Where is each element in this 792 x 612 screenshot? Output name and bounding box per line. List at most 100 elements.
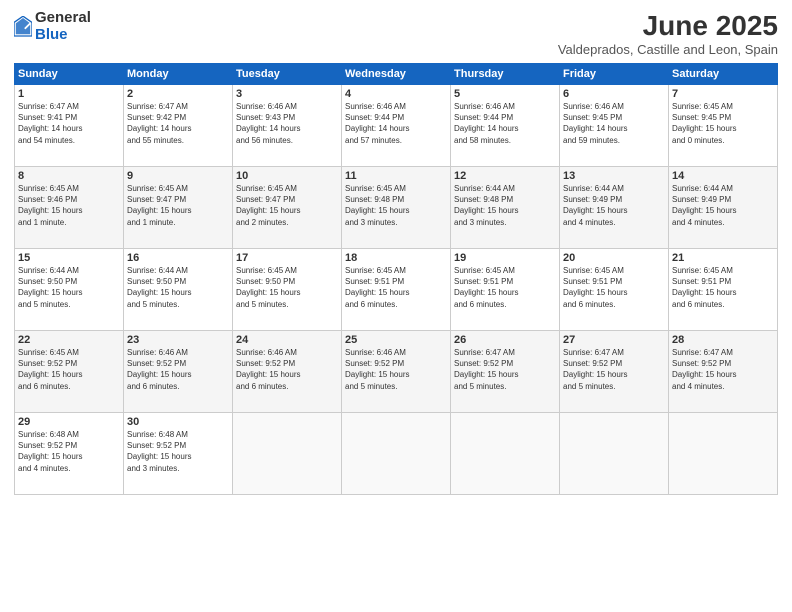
month-title: June 2025 bbox=[558, 10, 778, 42]
header-row: Sunday Monday Tuesday Wednesday Thursday… bbox=[15, 64, 778, 85]
day-number: 5 bbox=[454, 88, 556, 100]
day-number: 9 bbox=[127, 170, 229, 182]
table-row: 29Sunrise: 6:48 AMSunset: 9:52 PMDayligh… bbox=[15, 413, 778, 495]
day-number: 30 bbox=[127, 416, 229, 428]
day-number: 20 bbox=[563, 252, 665, 264]
day-number: 22 bbox=[18, 334, 120, 346]
day-info: Sunrise: 6:46 AMSunset: 9:43 PMDaylight:… bbox=[236, 101, 338, 146]
day-info: Sunrise: 6:47 AMSunset: 9:41 PMDaylight:… bbox=[18, 101, 120, 146]
day-info: Sunrise: 6:46 AMSunset: 9:52 PMDaylight:… bbox=[236, 347, 338, 392]
calendar-cell: 19Sunrise: 6:45 AMSunset: 9:51 PMDayligh… bbox=[451, 249, 560, 331]
day-number: 11 bbox=[345, 170, 447, 182]
day-info: Sunrise: 6:44 AMSunset: 9:50 PMDaylight:… bbox=[18, 265, 120, 310]
calendar-cell: 9Sunrise: 6:45 AMSunset: 9:47 PMDaylight… bbox=[124, 167, 233, 249]
calendar-cell: 4Sunrise: 6:46 AMSunset: 9:44 PMDaylight… bbox=[342, 85, 451, 167]
day-number: 15 bbox=[18, 252, 120, 264]
day-number: 25 bbox=[345, 334, 447, 346]
day-info: Sunrise: 6:45 AMSunset: 9:48 PMDaylight:… bbox=[345, 183, 447, 228]
day-info: Sunrise: 6:46 AMSunset: 9:45 PMDaylight:… bbox=[563, 101, 665, 146]
day-number: 2 bbox=[127, 88, 229, 100]
day-info: Sunrise: 6:46 AMSunset: 9:52 PMDaylight:… bbox=[127, 347, 229, 392]
day-number: 18 bbox=[345, 252, 447, 264]
calendar-cell bbox=[233, 413, 342, 495]
calendar-cell: 1Sunrise: 6:47 AMSunset: 9:41 PMDaylight… bbox=[15, 85, 124, 167]
day-info: Sunrise: 6:45 AMSunset: 9:47 PMDaylight:… bbox=[236, 183, 338, 228]
day-info: Sunrise: 6:48 AMSunset: 9:52 PMDaylight:… bbox=[18, 429, 120, 474]
day-number: 8 bbox=[18, 170, 120, 182]
day-number: 14 bbox=[672, 170, 774, 182]
day-number: 21 bbox=[672, 252, 774, 264]
day-info: Sunrise: 6:45 AMSunset: 9:50 PMDaylight:… bbox=[236, 265, 338, 310]
calendar-table: Sunday Monday Tuesday Wednesday Thursday… bbox=[14, 63, 778, 495]
day-info: Sunrise: 6:45 AMSunset: 9:51 PMDaylight:… bbox=[563, 265, 665, 310]
day-number: 10 bbox=[236, 170, 338, 182]
logo-icon bbox=[14, 16, 32, 38]
calendar-cell: 16Sunrise: 6:44 AMSunset: 9:50 PMDayligh… bbox=[124, 249, 233, 331]
calendar-cell: 29Sunrise: 6:48 AMSunset: 9:52 PMDayligh… bbox=[15, 413, 124, 495]
table-row: 15Sunrise: 6:44 AMSunset: 9:50 PMDayligh… bbox=[15, 249, 778, 331]
calendar-cell: 3Sunrise: 6:46 AMSunset: 9:43 PMDaylight… bbox=[233, 85, 342, 167]
table-row: 1Sunrise: 6:47 AMSunset: 9:41 PMDaylight… bbox=[15, 85, 778, 167]
day-number: 13 bbox=[563, 170, 665, 182]
day-info: Sunrise: 6:47 AMSunset: 9:52 PMDaylight:… bbox=[672, 347, 774, 392]
calendar-cell: 21Sunrise: 6:45 AMSunset: 9:51 PMDayligh… bbox=[669, 249, 778, 331]
day-info: Sunrise: 6:45 AMSunset: 9:51 PMDaylight:… bbox=[672, 265, 774, 310]
day-number: 24 bbox=[236, 334, 338, 346]
logo-general-text: General bbox=[35, 10, 91, 27]
day-info: Sunrise: 6:45 AMSunset: 9:47 PMDaylight:… bbox=[127, 183, 229, 228]
calendar-cell: 20Sunrise: 6:45 AMSunset: 9:51 PMDayligh… bbox=[560, 249, 669, 331]
day-info: Sunrise: 6:46 AMSunset: 9:44 PMDaylight:… bbox=[345, 101, 447, 146]
day-info: Sunrise: 6:47 AMSunset: 9:52 PMDaylight:… bbox=[454, 347, 556, 392]
calendar-cell: 28Sunrise: 6:47 AMSunset: 9:52 PMDayligh… bbox=[669, 331, 778, 413]
day-number: 17 bbox=[236, 252, 338, 264]
location-title: Valdeprados, Castille and Leon, Spain bbox=[558, 42, 778, 57]
calendar-cell bbox=[669, 413, 778, 495]
calendar-cell: 11Sunrise: 6:45 AMSunset: 9:48 PMDayligh… bbox=[342, 167, 451, 249]
calendar-cell: 14Sunrise: 6:44 AMSunset: 9:49 PMDayligh… bbox=[669, 167, 778, 249]
day-info: Sunrise: 6:45 AMSunset: 9:46 PMDaylight:… bbox=[18, 183, 120, 228]
logo-blue-text: Blue bbox=[35, 27, 91, 44]
day-number: 3 bbox=[236, 88, 338, 100]
day-info: Sunrise: 6:46 AMSunset: 9:44 PMDaylight:… bbox=[454, 101, 556, 146]
calendar-cell: 8Sunrise: 6:45 AMSunset: 9:46 PMDaylight… bbox=[15, 167, 124, 249]
day-info: Sunrise: 6:44 AMSunset: 9:48 PMDaylight:… bbox=[454, 183, 556, 228]
day-number: 23 bbox=[127, 334, 229, 346]
day-number: 1 bbox=[18, 88, 120, 100]
calendar-cell: 7Sunrise: 6:45 AMSunset: 9:45 PMDaylight… bbox=[669, 85, 778, 167]
day-number: 29 bbox=[18, 416, 120, 428]
calendar-cell: 15Sunrise: 6:44 AMSunset: 9:50 PMDayligh… bbox=[15, 249, 124, 331]
calendar-cell bbox=[342, 413, 451, 495]
title-section: June 2025 Valdeprados, Castille and Leon… bbox=[558, 10, 778, 57]
col-saturday: Saturday bbox=[669, 64, 778, 85]
day-number: 4 bbox=[345, 88, 447, 100]
col-tuesday: Tuesday bbox=[233, 64, 342, 85]
day-number: 19 bbox=[454, 252, 556, 264]
day-info: Sunrise: 6:46 AMSunset: 9:52 PMDaylight:… bbox=[345, 347, 447, 392]
col-wednesday: Wednesday bbox=[342, 64, 451, 85]
calendar-cell: 25Sunrise: 6:46 AMSunset: 9:52 PMDayligh… bbox=[342, 331, 451, 413]
logo: General Blue bbox=[14, 10, 91, 43]
calendar-cell: 23Sunrise: 6:46 AMSunset: 9:52 PMDayligh… bbox=[124, 331, 233, 413]
day-info: Sunrise: 6:47 AMSunset: 9:52 PMDaylight:… bbox=[563, 347, 665, 392]
day-info: Sunrise: 6:45 AMSunset: 9:45 PMDaylight:… bbox=[672, 101, 774, 146]
table-row: 8Sunrise: 6:45 AMSunset: 9:46 PMDaylight… bbox=[15, 167, 778, 249]
col-friday: Friday bbox=[560, 64, 669, 85]
calendar-cell: 18Sunrise: 6:45 AMSunset: 9:51 PMDayligh… bbox=[342, 249, 451, 331]
day-info: Sunrise: 6:45 AMSunset: 9:52 PMDaylight:… bbox=[18, 347, 120, 392]
day-number: 12 bbox=[454, 170, 556, 182]
calendar-cell bbox=[451, 413, 560, 495]
day-info: Sunrise: 6:44 AMSunset: 9:49 PMDaylight:… bbox=[672, 183, 774, 228]
day-number: 16 bbox=[127, 252, 229, 264]
day-info: Sunrise: 6:45 AMSunset: 9:51 PMDaylight:… bbox=[454, 265, 556, 310]
page: General Blue June 2025 Valdeprados, Cast… bbox=[0, 0, 792, 612]
col-sunday: Sunday bbox=[15, 64, 124, 85]
day-info: Sunrise: 6:44 AMSunset: 9:49 PMDaylight:… bbox=[563, 183, 665, 228]
calendar-cell bbox=[560, 413, 669, 495]
calendar-cell: 5Sunrise: 6:46 AMSunset: 9:44 PMDaylight… bbox=[451, 85, 560, 167]
day-number: 27 bbox=[563, 334, 665, 346]
calendar-cell: 24Sunrise: 6:46 AMSunset: 9:52 PMDayligh… bbox=[233, 331, 342, 413]
logo-text: General Blue bbox=[35, 10, 91, 43]
day-info: Sunrise: 6:48 AMSunset: 9:52 PMDaylight:… bbox=[127, 429, 229, 474]
calendar-cell: 10Sunrise: 6:45 AMSunset: 9:47 PMDayligh… bbox=[233, 167, 342, 249]
calendar-cell: 13Sunrise: 6:44 AMSunset: 9:49 PMDayligh… bbox=[560, 167, 669, 249]
